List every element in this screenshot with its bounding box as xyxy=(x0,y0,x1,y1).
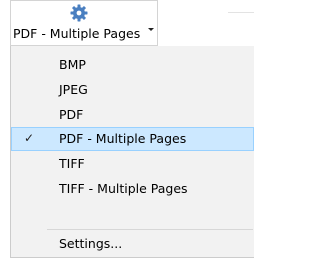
menu-item-label: PDF xyxy=(59,107,84,122)
menu-item-jpeg[interactable]: JPEG xyxy=(11,78,254,102)
menu-item-settings[interactable]: Settings... xyxy=(11,232,254,256)
toolbar: PDF - Multiple Pages xyxy=(0,0,254,46)
checkmark-icon: ✓ xyxy=(24,131,35,145)
chevron-down-icon[interactable] xyxy=(148,28,154,31)
menu-item-label: TIFF xyxy=(59,156,85,171)
menu-item-label: BMP xyxy=(59,57,86,72)
gear-icon xyxy=(70,4,88,22)
save-format-split-button[interactable]: PDF - Multiple Pages xyxy=(10,0,158,46)
menu-item-label: TIFF - Multiple Pages xyxy=(59,181,188,196)
menu-item-bmp[interactable]: BMP xyxy=(11,53,254,77)
toolbar-divider xyxy=(228,12,254,13)
menu-item-label: Settings... xyxy=(59,236,123,251)
menu-item-label: PDF - Multiple Pages xyxy=(59,131,187,146)
format-dropdown-menu: BMP JPEG PDF ✓ PDF - Multiple Pages TIFF… xyxy=(10,46,254,258)
menu-item-label: JPEG xyxy=(59,82,88,97)
menu-item-pdf[interactable]: PDF xyxy=(11,103,254,127)
menu-item-pdf-multiple-pages[interactable]: ✓ PDF - Multiple Pages xyxy=(11,127,254,151)
menu-separator xyxy=(47,229,253,230)
split-button-label: PDF - Multiple Pages xyxy=(13,26,141,41)
menu-item-tiff[interactable]: TIFF xyxy=(11,152,254,176)
menu-item-tiff-multiple-pages[interactable]: TIFF - Multiple Pages xyxy=(11,177,254,201)
